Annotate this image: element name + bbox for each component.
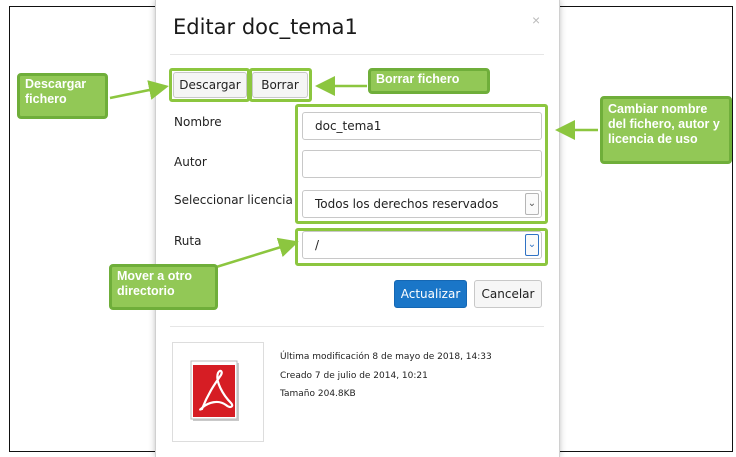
callout-download: Descargar fichero — [17, 73, 108, 119]
callout-rename: Cambiar nombre del fichero, autor y lice… — [600, 96, 732, 164]
callout-move: Mover a otro directorio — [109, 264, 218, 310]
callout-delete: Borrar fichero — [368, 68, 490, 94]
